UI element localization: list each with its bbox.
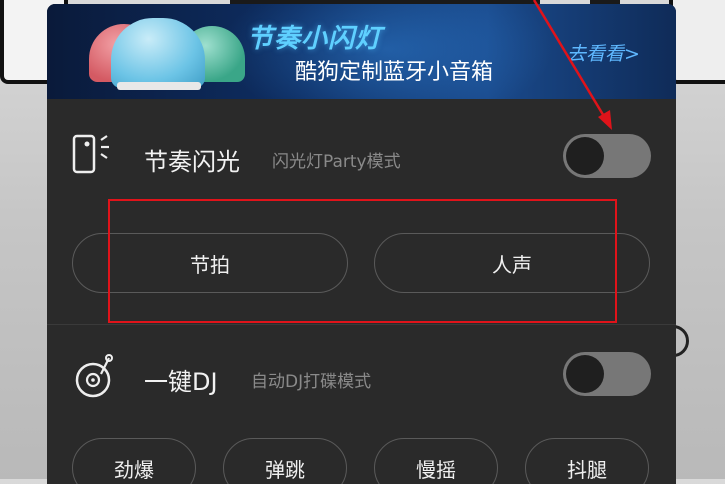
banner-title: 节奏小闪灯 xyxy=(247,24,383,54)
banner-view-link[interactable]: 去看看> xyxy=(567,39,640,66)
turntable-icon xyxy=(71,352,119,404)
rhythm-flash-subtitle: 闪光灯Party模式 xyxy=(272,152,401,172)
toggle-knob xyxy=(566,137,604,175)
dj-mode-bounce-button[interactable]: 弹跳 xyxy=(223,438,347,484)
banner-subtitle: 酷狗定制蓝牙小音箱 xyxy=(295,60,494,85)
phone-flash-icon xyxy=(71,130,115,182)
dj-mode-intense-button[interactable]: 劲爆 xyxy=(72,438,196,484)
speaker-base xyxy=(117,82,201,90)
dj-mode-slow-rock-button[interactable]: 慢摇 xyxy=(374,438,498,484)
one-key-dj-subtitle: 自动DJ打碟模式 xyxy=(251,372,372,392)
dj-mode-shake-leg-button[interactable]: 抖腿 xyxy=(525,438,649,484)
rhythm-flash-title: 节奏闪光 xyxy=(144,148,240,176)
annotation-highlight-box xyxy=(108,199,617,323)
section-divider xyxy=(47,324,676,325)
speaker-ad-banner[interactable]: 节奏小闪灯 酷狗定制蓝牙小音箱 去看看> xyxy=(47,4,676,99)
background-app-element xyxy=(669,0,725,84)
rhythm-flash-row: 节奏闪光 闪光灯Party模式 xyxy=(47,122,676,192)
rhythm-flash-toggle[interactable] xyxy=(563,134,651,178)
one-key-dj-toggle[interactable] xyxy=(563,352,651,396)
one-key-dj-title: 一键DJ xyxy=(144,368,218,396)
speaker-image-blue xyxy=(111,18,205,88)
one-key-dj-row: 一键DJ 自动DJ打碟模式 xyxy=(47,340,676,410)
toggle-knob xyxy=(566,355,604,393)
